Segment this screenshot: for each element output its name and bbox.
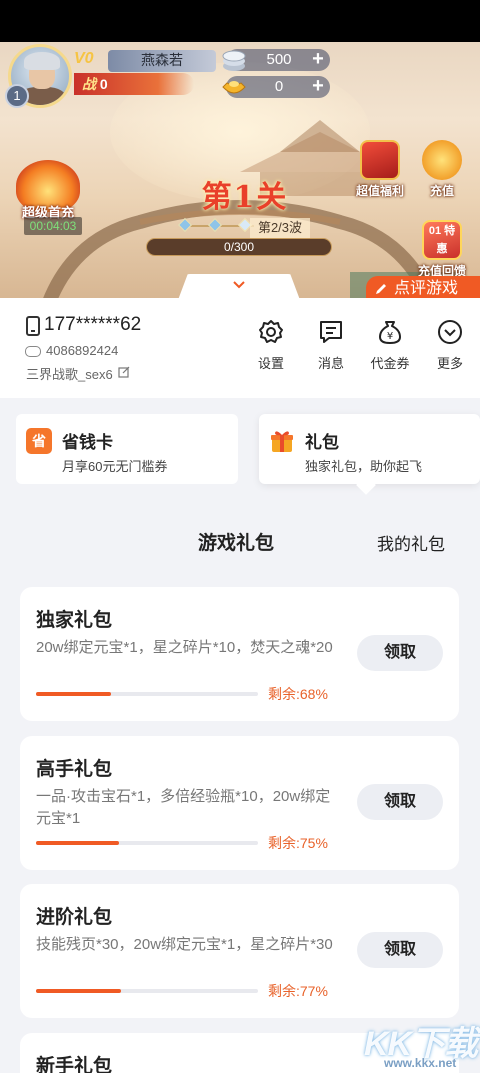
gift-title: 高手礼包 (36, 759, 113, 780)
voucher-label: 代金券 (370, 356, 410, 371)
gift-pack-subtitle: 独家礼包，助你起飞 (305, 459, 423, 474)
gold-value: 0 (274, 78, 284, 95)
rate-game-label: 点评游戏 (394, 280, 459, 297)
stage-title: 第1关 (201, 180, 289, 215)
savings-card-title: 省钱卡 (62, 433, 113, 452)
messages-button[interactable]: 消息 (301, 318, 361, 374)
server-name: 三界战歌_sex6 (26, 367, 113, 382)
add-silver-button[interactable]: + (308, 49, 328, 70)
combat-power: 战 0 (74, 73, 194, 95)
gift-icon (271, 431, 293, 452)
gift-title: 新手礼包 (36, 1056, 113, 1073)
remaining-percent: 剩余:68% (268, 686, 328, 702)
remaining-fill (36, 692, 112, 696)
pen-icon (376, 284, 386, 294)
gold-ingot-icon (222, 81, 246, 94)
more-label: 更多 (436, 356, 463, 371)
tab-my-gifts[interactable]: 我的礼包 (377, 530, 445, 555)
stage-progress-bar: 0/300 (146, 238, 332, 256)
phone-number: 177******62 (44, 314, 142, 335)
gift-item: 高手礼包 一品·攻击宝石*1，多倍经验瓶*10，20w绑定元宝*1 领取 剩余:… (20, 736, 459, 870)
gift-pack-card[interactable]: 礼包 独家礼包，助你起飞 (259, 414, 480, 484)
savings-card-subtitle: 月享60元无门槛券 (62, 459, 168, 474)
remaining-track (36, 841, 258, 845)
rebate-badge-icon: 01 特惠 (422, 220, 462, 260)
claim-button[interactable]: 领取 (357, 784, 443, 820)
settings-label: 设置 (257, 356, 284, 371)
gift-description: 20w绑定元宝*1，星之碎片*10，焚天之魂*20 (36, 639, 333, 656)
gift-tabs: 游戏礼包 我的礼包 (0, 510, 480, 572)
gift-item: 进阶礼包 技能残页*30，20w绑定元宝*1，星之碎片*30 领取 剩余:77% (20, 884, 459, 1018)
wave-gem-icon (207, 217, 223, 233)
claim-button[interactable]: 领取 (357, 635, 443, 671)
gift-title: 独家礼包 (36, 610, 113, 631)
settings-button[interactable]: 设置 (241, 318, 301, 374)
gift-title: 进阶礼包 (36, 907, 113, 928)
chevron-circle-icon (438, 320, 462, 344)
savings-card-icon: 省 (26, 428, 52, 454)
savings-card[interactable]: 省 省钱卡 月享60元无门槛券 (16, 414, 238, 484)
savings-card-icon-glyph: 省 (32, 433, 46, 449)
gift-chest-icon (360, 140, 400, 180)
edit-icon[interactable] (118, 366, 130, 378)
wave-label: 第2/3波 (250, 218, 310, 238)
message-icon (320, 321, 342, 343)
recharge-label: 充值 (429, 184, 454, 198)
feature-cards: 省 省钱卡 月享60元无门槛券 礼包 独家礼包，助你起飞 (0, 398, 480, 510)
welfare-button[interactable]: 超值福利 (350, 140, 410, 204)
silver-currency: 500 + (222, 49, 330, 71)
svg-text:¥: ¥ (387, 331, 393, 342)
gold-currency: 0 + (222, 76, 330, 98)
power-label: 战 (82, 76, 96, 92)
add-gold-button[interactable]: + (308, 76, 328, 97)
remaining-percent: 剩余:75% (268, 835, 328, 851)
recharge-button[interactable]: 充值 (412, 140, 472, 204)
remaining-track (36, 692, 258, 696)
claim-button[interactable]: 领取 (357, 932, 443, 968)
gift-description: 技能残页*30，20w绑定元宝*1，星之碎片*30 (36, 936, 333, 953)
remaining-percent: 剩余:77% (268, 983, 328, 999)
voucher-button[interactable]: ¥ 代金券 (360, 318, 420, 374)
remaining-track (36, 989, 258, 993)
rebate-button[interactable]: 01 特惠 充值回馈 (412, 220, 472, 284)
gift-item: 独家礼包 20w绑定元宝*1，星之碎片*10，焚天之魂*20 领取 剩余:68% (20, 587, 459, 721)
gift-pack-title: 礼包 (305, 433, 339, 452)
user-id: 4086892424 (46, 343, 119, 358)
wave-gem-icon (177, 217, 193, 233)
status-bar (0, 0, 480, 42)
remaining-fill (36, 989, 122, 993)
avatar-hair (24, 52, 60, 70)
money-bag-icon: ¥ (379, 321, 401, 344)
phone-icon (26, 316, 40, 336)
ingot-icon (422, 140, 462, 180)
gift-description: 一品·攻击宝石*1，多倍经验瓶*10，20w绑定元宝*1 (36, 788, 331, 827)
player-name: 燕森若 (108, 50, 216, 72)
power-value: 0 (99, 76, 108, 92)
welfare-label: 超值福利 (355, 184, 404, 198)
more-button[interactable]: 更多 (420, 318, 480, 374)
messages-label: 消息 (317, 356, 344, 371)
remaining-fill (36, 841, 120, 845)
watermark-url: www.kkx.net (384, 1056, 457, 1070)
level-badge: 1 (5, 84, 29, 108)
user-panel: 177******62 4086892424 三界战歌_sex6 设置 消息 ¥… (0, 298, 480, 398)
stage-progress-value: 0/300 (223, 240, 255, 254)
collapse-tab[interactable] (178, 274, 300, 300)
tab-game-gifts[interactable]: 游戏礼包 (198, 528, 274, 555)
silver-value: 500 (266, 51, 292, 68)
gamepad-icon (25, 346, 41, 357)
chevron-down-icon (233, 281, 245, 289)
gear-icon (259, 320, 283, 343)
silver-coins-icon (222, 50, 246, 71)
first-charge-timer: 00:04:03 (24, 217, 82, 235)
site-watermark: KK下载 www.kkx.net (364, 1016, 480, 1073)
